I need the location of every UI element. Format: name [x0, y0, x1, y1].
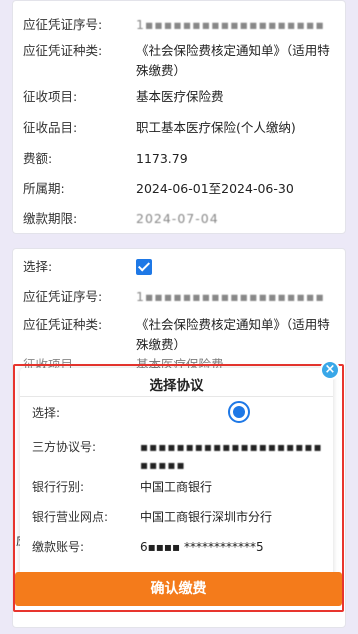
item-label: 征收项目: [23, 89, 78, 104]
period-label: 所属期: [23, 181, 65, 196]
agreement-value: ▪▪▪▪▪▪▪▪▪▪▪▪▪▪▪▪▪▪▪▪▪▪▪▪▪ [140, 440, 323, 472]
seq-label-2: 应征凭证序号: [23, 289, 103, 304]
seq-value-2: 1▪▪▪▪▪▪▪▪▪▪▪▪▪▪▪▪▪▪▪ [136, 289, 325, 304]
select-label: 选择: [23, 259, 53, 274]
type-value: 《社会保险费核定通知单》（适用特殊缴费） [136, 43, 330, 78]
deadline-value: 2024-07-04 [136, 211, 219, 226]
branch-value: 中国工商银行深圳市分行 [140, 510, 273, 524]
amount-label: 费额: [23, 151, 53, 166]
dialog-select-label: 选择: [32, 406, 61, 420]
confirm-payment-button[interactable]: 确认缴费 [15, 572, 342, 606]
branch-label: 银行营业网点: [32, 510, 109, 524]
deadline-label: 缴款期限: [23, 211, 78, 226]
account-value: 6▪▪▪▪ ************5 [140, 540, 264, 554]
account-label: 缴款账号: [32, 540, 85, 554]
item-value: 基本医疗保险费 [136, 89, 224, 104]
period-value: 2024-06-01至2024-06-30 [136, 181, 294, 196]
bank-label: 银行行别: [32, 480, 85, 494]
seq-value: 1▪▪▪▪▪▪▪▪▪▪▪▪▪▪▪▪▪▪▪ [136, 17, 325, 32]
select-agreement-dialog: 选择协议 选择: 三方协议号: ▪▪▪▪▪▪▪▪▪▪▪▪▪▪▪▪▪▪▪▪▪▪▪▪… [20, 368, 333, 600]
agreement-label: 三方协议号: [32, 440, 97, 454]
type-value-2: 《社会保险费核定通知单》（适用特殊缴费） [136, 317, 330, 352]
subitem-value: 职工基本医疗保险(个人缴纳) [136, 120, 296, 135]
payment-record-card-1: 应征凭证序号: 1▪▪▪▪▪▪▪▪▪▪▪▪▪▪▪▪▪▪▪ 应征凭证种类: 《社会… [12, 0, 346, 234]
dialog-divider [20, 396, 333, 397]
seq-label: 应征凭证序号: [23, 17, 103, 32]
subitem-label: 征收品目: [23, 120, 78, 135]
select-checkbox[interactable] [136, 259, 152, 275]
type-label: 应征凭证种类: [23, 43, 103, 58]
close-icon[interactable]: × [320, 360, 340, 380]
amount-value: 1173.79 [136, 151, 188, 166]
dialog-title: 选择协议 [149, 378, 204, 394]
bank-value: 中国工商银行 [140, 480, 213, 494]
type-label-2: 应征凭证种类: [23, 317, 103, 332]
agreement-radio[interactable] [228, 401, 250, 423]
